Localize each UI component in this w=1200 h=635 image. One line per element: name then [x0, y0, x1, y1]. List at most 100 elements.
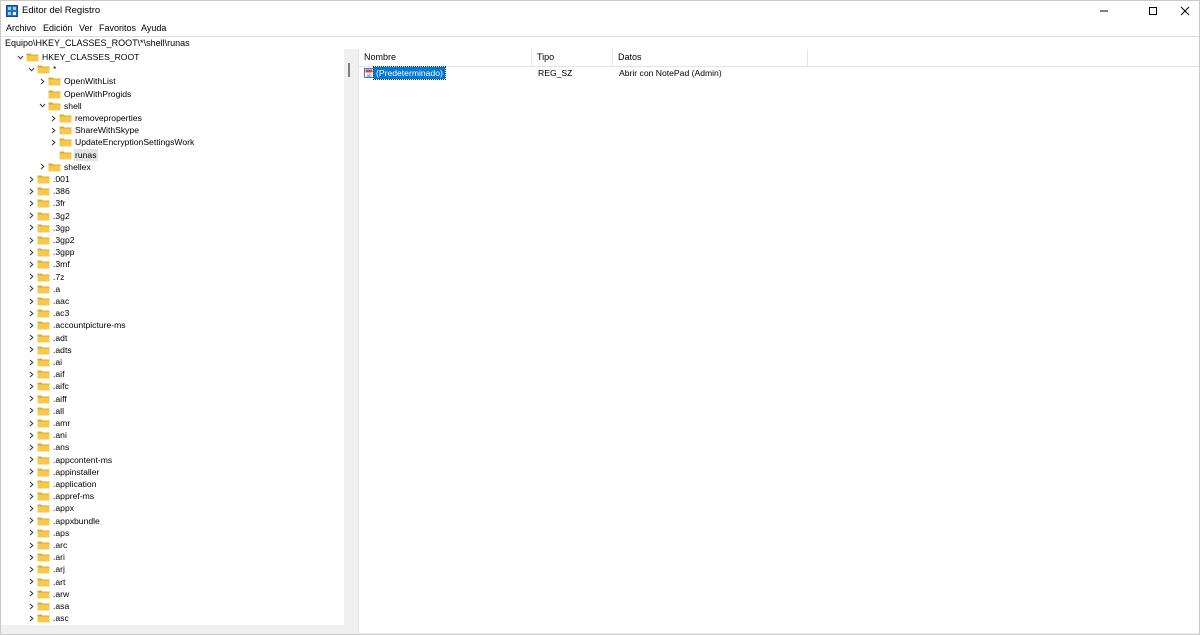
tree-item[interactable]: .3g2	[1, 210, 344, 222]
tree-item-label[interactable]: .arc	[52, 539, 68, 551]
tree-item[interactable]: .arc	[1, 539, 344, 551]
tree-item[interactable]: .aiff	[1, 393, 344, 405]
tree-item-label[interactable]: .7z	[52, 271, 65, 283]
tree-item-label[interactable]: .3fr	[52, 197, 66, 209]
pane-splitter[interactable]	[344, 49, 358, 633]
tree-item[interactable]: .appref-ms	[1, 490, 344, 502]
tree-item[interactable]: .appcontent-ms	[1, 454, 344, 466]
tree-item-label[interactable]: shell	[63, 100, 83, 112]
tree-item-label[interactable]: .aifc	[52, 380, 70, 392]
chevron-right-icon[interactable]	[27, 295, 36, 307]
chevron-right-icon[interactable]	[27, 258, 36, 270]
tree-item-label[interactable]: .appcontent-ms	[52, 454, 113, 466]
tree-item[interactable]: .3gp2	[1, 234, 344, 246]
chevron-right-icon[interactable]	[27, 197, 36, 209]
tree-item-label[interactable]: OpenWithProgids	[63, 88, 132, 100]
menu-ver[interactable]: Ver	[78, 23, 94, 34]
tree-item-label[interactable]: .accountpicture-ms	[52, 319, 127, 331]
tree-item-label[interactable]: .appinstaller	[52, 466, 100, 478]
chevron-right-icon[interactable]	[27, 356, 36, 368]
address-path[interactable]: Equipo\HKEY_CLASSES_ROOT\*\shell\runas	[5, 37, 190, 49]
tree-item[interactable]: .appxbundle	[1, 515, 344, 527]
tree-item-label[interactable]: UpdateEncryptionSettingsWork	[74, 136, 195, 148]
tree-item-label[interactable]: .ai	[52, 356, 63, 368]
tree-horizontal-scrollbar[interactable]	[1, 625, 344, 633]
tree-item-label[interactable]: .386	[52, 185, 71, 197]
chevron-right-icon[interactable]	[27, 271, 36, 283]
chevron-right-icon[interactable]	[27, 246, 36, 258]
tree-item-label[interactable]: shellex	[63, 161, 92, 173]
chevron-right-icon[interactable]	[27, 466, 36, 478]
tree-item-label[interactable]: .3gpp	[52, 246, 76, 258]
tree-item-label[interactable]: .3gp2	[52, 234, 76, 246]
chevron-right-icon[interactable]	[27, 222, 36, 234]
tree-item-label[interactable]: ShareWithSkype	[74, 124, 140, 136]
tree-item[interactable]: .ans	[1, 441, 344, 453]
tree-item[interactable]: .386	[1, 185, 344, 197]
tree-item-label[interactable]: .asc	[52, 612, 70, 624]
tree-item[interactable]: .3gp	[1, 222, 344, 234]
tree-item[interactable]: .arj	[1, 563, 344, 575]
tree-item[interactable]: .aps	[1, 527, 344, 539]
tree-item-label[interactable]: .appxbundle	[52, 515, 101, 527]
tree-item-label[interactable]: .001	[52, 173, 71, 185]
tree-item[interactable]: .art	[1, 576, 344, 588]
tree-item[interactable]: .3gpp	[1, 246, 344, 258]
tree-item-label[interactable]: .3gp	[52, 222, 71, 234]
tree-item[interactable]: .all	[1, 405, 344, 417]
value-name[interactable]: (Predeterminado)	[373, 66, 446, 80]
splitter-grip[interactable]	[348, 63, 350, 77]
tree-item[interactable]: .aac	[1, 295, 344, 307]
column-nombre[interactable]: Nombre	[359, 49, 532, 66]
chevron-right-icon[interactable]	[27, 600, 36, 612]
tree-item[interactable]: .amr	[1, 417, 344, 429]
tree-item[interactable]: *	[1, 63, 344, 75]
tree-item-label[interactable]: .3mf	[52, 258, 71, 270]
chevron-right-icon[interactable]	[27, 319, 36, 331]
chevron-right-icon[interactable]	[27, 393, 36, 405]
menu-edicion[interactable]: Edición	[42, 23, 74, 34]
chevron-right-icon[interactable]	[38, 161, 47, 173]
tree-item[interactable]: .aif	[1, 368, 344, 380]
value-row[interactable]: ab (Predeterminado) REG_SZ Abrir con Not…	[359, 66, 1199, 80]
chevron-right-icon[interactable]	[38, 75, 47, 87]
tree-item-label[interactable]: .ac3	[52, 307, 70, 319]
minimize-button[interactable]	[1087, 1, 1121, 21]
tree-item-label[interactable]: .ans	[52, 441, 70, 453]
tree-item-label[interactable]: .ani	[52, 429, 68, 441]
tree-item[interactable]: .asc	[1, 612, 344, 624]
tree-item[interactable]: runas	[1, 148, 344, 161]
menu-archivo[interactable]: Archivo	[5, 23, 37, 34]
tree-item[interactable]: .asa	[1, 600, 344, 612]
tree-item[interactable]: .001	[1, 173, 344, 185]
key-tree[interactable]: HKEY_CLASSES_ROOT * OpenWithList OpenWithPr…	[1, 49, 345, 625]
address-bar[interactable]: Equipo\HKEY_CLASSES_ROOT\*\shell\runas	[1, 36, 1199, 50]
chevron-down-icon[interactable]	[27, 63, 36, 75]
tree-item[interactable]: ShareWithSkype	[1, 124, 344, 136]
tree-item[interactable]: HKEY_CLASSES_ROOT	[1, 51, 344, 63]
tree-item-label[interactable]: .a	[52, 283, 61, 295]
tree-item-label[interactable]: .aiff	[52, 393, 68, 405]
tree-item-label[interactable]: HKEY_CLASSES_ROOT	[41, 51, 140, 63]
chevron-right-icon[interactable]	[27, 173, 36, 185]
tree-item-label[interactable]: .adts	[52, 344, 73, 356]
tree-item[interactable]: .adts	[1, 344, 344, 356]
tree-item-label[interactable]: .3g2	[52, 210, 71, 222]
chevron-right-icon[interactable]	[27, 478, 36, 490]
tree-item-label[interactable]: .amr	[52, 417, 71, 429]
tree-item-label[interactable]: removeproperties	[74, 112, 143, 124]
chevron-right-icon[interactable]	[27, 417, 36, 429]
tree-item-label[interactable]: .asa	[52, 600, 70, 612]
tree-item[interactable]: .aifc	[1, 380, 344, 392]
tree-item[interactable]: .accountpicture-ms	[1, 319, 344, 331]
chevron-right-icon[interactable]	[27, 344, 36, 356]
tree-item-label[interactable]: .appref-ms	[52, 490, 95, 502]
chevron-right-icon[interactable]	[27, 185, 36, 197]
tree-item[interactable]: .appx	[1, 502, 344, 514]
tree-item-label[interactable]: .ari	[52, 551, 66, 563]
chevron-right-icon[interactable]	[27, 588, 36, 600]
tree-item[interactable]: .appinstaller	[1, 466, 344, 478]
chevron-right-icon[interactable]	[27, 234, 36, 246]
chevron-right-icon[interactable]	[49, 124, 58, 136]
tree-item-label[interactable]: .aac	[52, 295, 70, 307]
